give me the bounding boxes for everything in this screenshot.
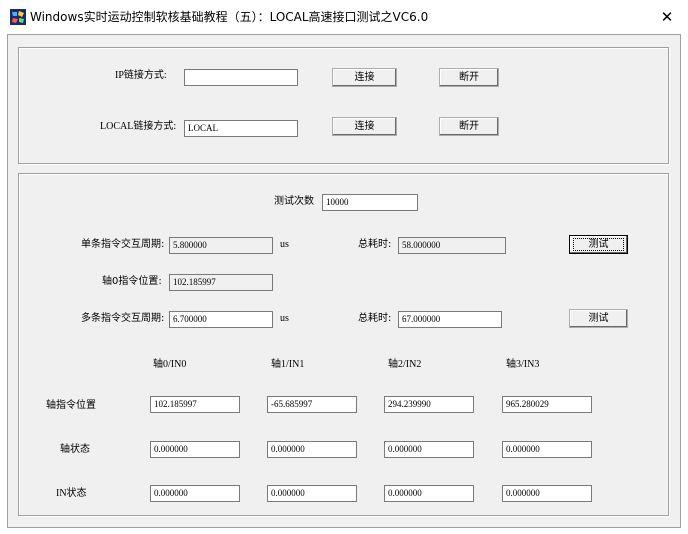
input-status-field[interactable]: 0.000000 [150,485,240,502]
axis-status-field[interactable]: 0.000000 [150,441,240,458]
axis-command-position-field[interactable]: 294.239990 [384,396,474,413]
test-group [18,173,669,516]
axis-command-position-field[interactable]: 102.185997 [150,396,240,413]
axis-column-header: 轴2/IN2 [388,359,422,370]
dialog-client: IP链接方式: 连接 断开 LOCAL链接方式: LOCAL 连接 断开 测试次… [7,34,681,528]
input-status-field[interactable]: 0.000000 [267,485,357,502]
close-icon[interactable]: ✕ [650,2,684,32]
input-status-field[interactable]: 0.000000 [384,485,474,502]
single-test-button[interactable]: 测试 [569,235,628,254]
axis-status-row-label: 轴状态 [60,444,90,455]
multi-cycle-label: 多条指令交互周期: [81,313,165,324]
axis-column-header: 轴0/IN0 [153,359,187,370]
multi-cycle-value: 6.700000 [169,311,273,328]
axis-command-position-row-label: 轴指令位置 [46,400,96,411]
app-icon [10,9,26,25]
axis-command-position-field[interactable]: 965.280029 [502,396,592,413]
single-total-value: 58.000000 [398,237,506,254]
single-cycle-label: 单条指令交互周期: [81,239,165,250]
multi-total-value: 67.000000 [398,311,502,328]
local-connect-button[interactable]: 连接 [332,117,397,136]
multi-cycle-unit: us [280,313,289,324]
test-count-input[interactable]: 10000 [322,194,418,211]
axis-status-field[interactable]: 0.000000 [502,441,592,458]
axis-column-header: 轴1/IN1 [271,359,305,370]
ip-disconnect-button[interactable]: 断开 [439,68,499,87]
single-cycle-value: 5.800000 [169,237,273,254]
single-total-label: 总耗时: [358,239,392,250]
multi-total-label: 总耗时: [358,313,392,324]
ip-connect-button[interactable]: 连接 [332,68,397,87]
axis-status-field[interactable]: 0.000000 [384,441,474,458]
input-status-row-label: IN状态 [56,488,87,499]
single-cycle-unit: us [280,239,289,250]
test-count-label: 测试次数 [274,196,314,207]
axis-column-header: 轴3/IN3 [506,359,540,370]
axis0-position-value: 102.185997 [169,274,273,291]
ip-address-input[interactable] [184,69,298,86]
local-connect-input[interactable]: LOCAL [184,120,298,137]
title-bar: Windows实时运动控制软核基础教程（五）：LOCAL高速接口测试之VC6.0… [0,0,688,34]
axis0-position-label: 轴0指令位置: [102,276,162,287]
connect-group [18,47,669,164]
axis-status-field[interactable]: 0.000000 [267,441,357,458]
ip-connect-label: IP链接方式: [115,70,167,81]
input-status-field[interactable]: 0.000000 [502,485,592,502]
axis-command-position-field[interactable]: -65.685997 [267,396,357,413]
multi-test-button[interactable]: 测试 [569,309,628,328]
local-disconnect-button[interactable]: 断开 [439,117,499,136]
window-title: Windows实时运动控制软核基础教程（五）：LOCAL高速接口测试之VC6.0 [30,10,429,24]
local-connect-label: LOCAL链接方式: [100,121,177,132]
